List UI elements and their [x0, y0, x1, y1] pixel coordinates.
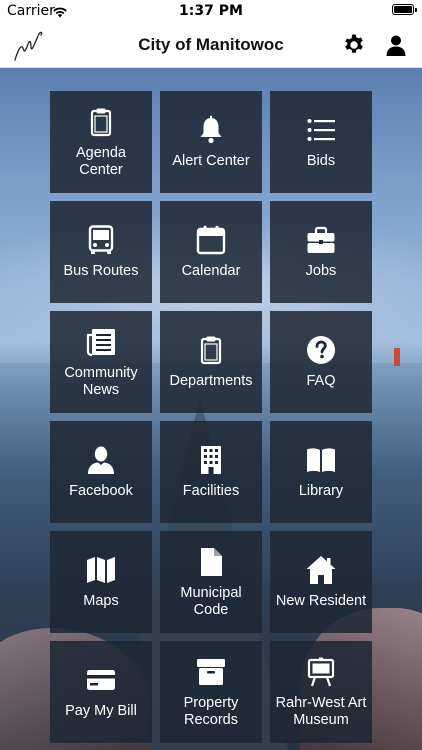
- tile-label: Bus Routes: [63, 263, 139, 279]
- bell-icon: [196, 115, 226, 145]
- tile-facilities[interactable]: Facilities: [160, 421, 262, 523]
- tile-municipal-code[interactable]: Municipal Code: [160, 531, 262, 633]
- tile-label: Agenda Center: [76, 145, 126, 178]
- user-profile-icon[interactable]: [384, 33, 408, 57]
- tile-jobs[interactable]: Jobs: [270, 201, 372, 303]
- tile-faq[interactable]: FAQ: [270, 311, 372, 413]
- calendar-icon: [196, 225, 226, 255]
- tile-label: Facebook: [69, 483, 133, 499]
- tile-label: Rahr-West Art Museum: [275, 695, 367, 728]
- person-icon: [86, 445, 116, 475]
- tile-new-resident[interactable]: New Resident: [270, 531, 372, 633]
- tile-label: Maps: [83, 593, 119, 609]
- list-icon: [306, 115, 336, 145]
- bus-icon: [86, 225, 116, 255]
- tile-label: FAQ: [306, 373, 336, 389]
- tile-label: Alert Center: [172, 153, 250, 169]
- tile-pay-my-bill[interactable]: Pay My Bill: [50, 641, 152, 743]
- briefcase-icon: [306, 225, 336, 255]
- map-icon: [86, 555, 116, 585]
- book-icon: [306, 445, 336, 475]
- status-bar: Carrier 1:37 PM: [0, 0, 422, 24]
- easel-icon: [306, 657, 336, 687]
- battery-icon: [392, 4, 417, 15]
- clipboard-icon: [86, 107, 116, 137]
- tile-facebook[interactable]: Facebook: [50, 421, 152, 523]
- tile-departments[interactable]: Departments: [160, 311, 262, 413]
- credit-card-icon: [86, 665, 116, 695]
- nav-bar: City of Manitowoc: [0, 24, 422, 68]
- tile-label: Property Records: [183, 695, 239, 728]
- tile-bids[interactable]: Bids: [270, 91, 372, 193]
- tile-label: Calendar: [181, 263, 241, 279]
- lighthouse: [394, 348, 400, 366]
- tile-rahr-west-art-museum[interactable]: Rahr-West Art Museum: [270, 641, 372, 743]
- status-time: 1:37 PM: [179, 3, 243, 19]
- tile-label: Community News: [64, 365, 138, 398]
- document-icon: [196, 547, 226, 577]
- tile-calendar[interactable]: Calendar: [160, 201, 262, 303]
- settings-gear-icon[interactable]: [342, 33, 366, 57]
- tile-label: Departments: [169, 373, 253, 389]
- tile-maps[interactable]: Maps: [50, 531, 152, 633]
- tile-label: Facilities: [182, 483, 240, 499]
- tile-community-news[interactable]: Community News: [50, 311, 152, 413]
- newspaper-icon: [86, 327, 116, 357]
- clipboard-icon: [196, 335, 226, 365]
- archive-icon: [196, 657, 226, 687]
- tile-agenda-center[interactable]: Agenda Center: [50, 91, 152, 193]
- tile-alert-center[interactable]: Alert Center: [160, 91, 262, 193]
- tile-property-records[interactable]: Property Records: [160, 641, 262, 743]
- tile-label: New Resident: [275, 593, 367, 609]
- building-icon: [196, 445, 226, 475]
- question-circle-icon: [306, 335, 336, 365]
- home-icon: [306, 555, 336, 585]
- tile-bus-routes[interactable]: Bus Routes: [50, 201, 152, 303]
- tile-label: Municipal Code: [180, 585, 242, 618]
- tile-label: Library: [298, 483, 344, 499]
- tile-label: Jobs: [305, 263, 337, 279]
- tile-library[interactable]: Library: [270, 421, 372, 523]
- tile-label: Bids: [306, 153, 336, 169]
- tile-label: Pay My Bill: [65, 703, 137, 719]
